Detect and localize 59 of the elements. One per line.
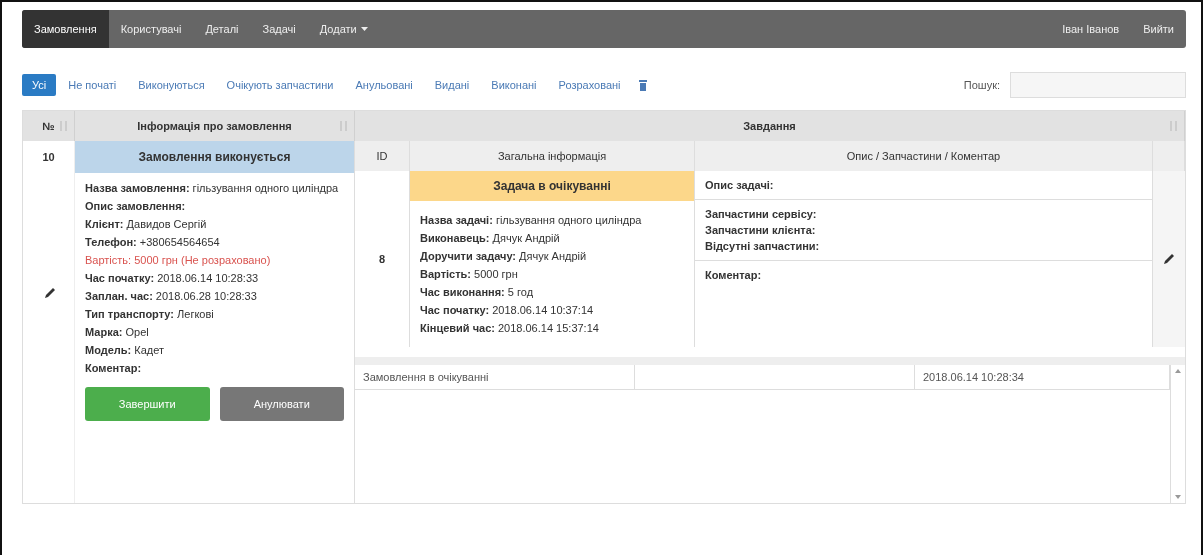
history-time: 2018.06.14 10:28:34 (915, 365, 1170, 389)
filter-tab[interactable]: Виконуються (128, 74, 215, 96)
order-detail: Телефон: +380654564654 (85, 235, 221, 249)
order-detail: Опис замовлення: (85, 199, 187, 213)
trash-icon[interactable] (638, 79, 647, 91)
filter-tab[interactable]: Не початі (58, 74, 127, 96)
nav-item[interactable]: Користувачі (108, 10, 194, 48)
action-button[interactable]: Завершити (85, 387, 210, 421)
task-detail: Виконавець: Дячук Андрій (420, 231, 561, 245)
order-status: Замовлення виконується (75, 141, 354, 173)
nav-item[interactable]: Задачі (250, 10, 308, 48)
filter-tab[interactable]: Виконані (481, 74, 547, 96)
task-description: Опис задачі: (705, 179, 774, 191)
task-detail: Назва задачі: гільзування одного циліндра (420, 213, 643, 227)
order-detail: Тип транспорту: Легкові (85, 307, 215, 321)
task-status: Задача в очікуванні (410, 171, 694, 201)
filter-tab[interactable]: Усі (22, 74, 57, 96)
column-header: ID (355, 141, 410, 171)
task-detail: Кінцевий час: 2018.06.14 15:37:14 (420, 321, 600, 335)
task-detail: Вартість: 5000 грн (420, 267, 519, 281)
order-detail: Коментар: (85, 361, 143, 375)
scroll-up-icon[interactable] (1175, 369, 1181, 373)
task-detail: Доручити задачу: Дячук Андрій (420, 249, 588, 263)
search-field[interactable] (1010, 72, 1186, 98)
history-event: Замовлення в очікуванні (355, 365, 635, 389)
caret-icon (360, 27, 368, 31)
parts-label: Відсутні запчастини: (705, 240, 821, 252)
task-detail: Час виконання: 5 год (420, 285, 535, 299)
nav-item[interactable]: Додати (307, 10, 380, 48)
search-label: Пошук: (963, 79, 1000, 91)
nav-item[interactable]: Деталі (193, 10, 251, 48)
order-detail: Час початку: 2018.06.14 10:28:33 (85, 271, 260, 285)
order-detail: Вартість: 5000 грн (Не розраховано) (85, 253, 272, 267)
filter-tab[interactable]: Очікують запчастини (216, 74, 344, 96)
filter-tab[interactable]: Видані (424, 74, 480, 96)
logout-link[interactable]: Вийти (1131, 10, 1186, 48)
comment-label: Коментар: (705, 269, 762, 281)
column-header: Загальна інформація (410, 141, 695, 171)
parts-label: Запчастини сервісу: (705, 208, 818, 220)
column-header[interactable]: Інформація про замовлення (75, 111, 355, 141)
pencil-icon[interactable] (1162, 252, 1176, 266)
order-detail: Марка: Opel (85, 325, 150, 339)
order-detail: Заплан. час: 2018.06.28 10:28:33 (85, 289, 258, 303)
order-number: 10 (42, 151, 55, 163)
order-detail: Клієнт: Давидов Сергій (85, 217, 208, 231)
user-link[interactable]: Іван Іванов (1050, 10, 1132, 48)
filter-tab[interactable]: Розраховані (548, 74, 631, 96)
scroll-down-icon[interactable] (1175, 495, 1181, 499)
filter-tab[interactable]: Анульовані (345, 74, 423, 96)
task-detail: Час початку: 2018.06.14 10:37:14 (420, 303, 595, 317)
column-header[interactable]: № (23, 111, 75, 141)
parts-label: Запчастини клієнта: (705, 224, 817, 236)
order-detail: Модель: Кадет (85, 343, 166, 357)
nav-item[interactable]: Замовлення (22, 10, 109, 48)
column-header[interactable]: Завдання (355, 111, 1185, 141)
action-button[interactable]: Анулювати (219, 387, 344, 421)
pencil-icon[interactable] (43, 286, 57, 300)
column-header: Опис / Запчастини / Коментар (695, 141, 1153, 171)
order-detail: Назва замовлення: гільзування одного циліндра (85, 181, 340, 195)
